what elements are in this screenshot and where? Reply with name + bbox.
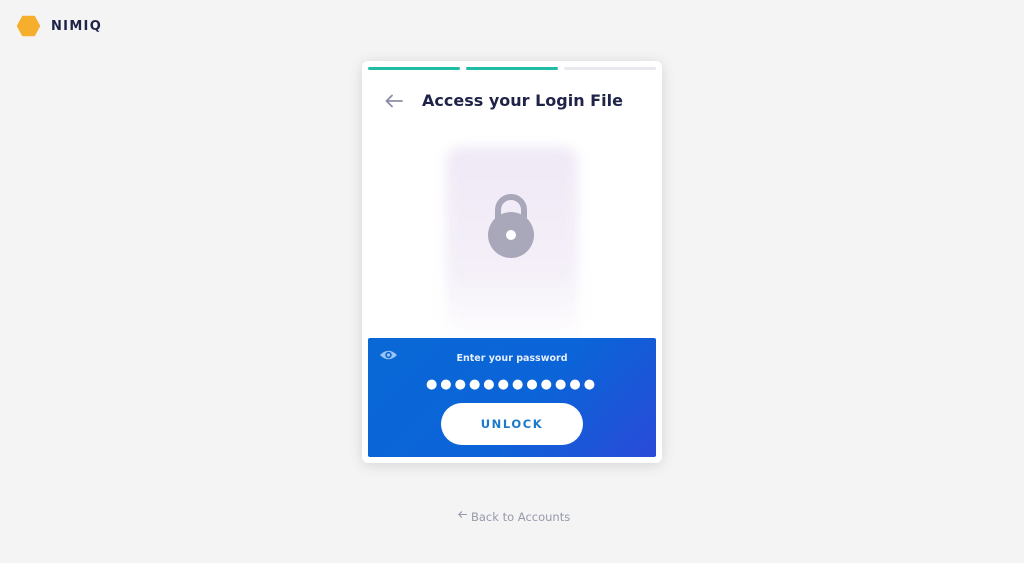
progress-step-2 [466, 67, 558, 70]
progress-step-3 [564, 67, 656, 70]
password-panel: Enter your password UNLOCK [368, 338, 656, 457]
brand-logo[interactable]: NIMIQ [17, 15, 102, 37]
page-title: Access your Login File [422, 91, 623, 110]
password-label: Enter your password [456, 353, 568, 364]
back-to-accounts-link[interactable]: Back to Accounts [458, 510, 570, 524]
back-link-label: Back to Accounts [471, 510, 571, 524]
lock-icon [488, 194, 534, 258]
password-input[interactable] [408, 376, 616, 392]
progress-indicator [368, 67, 656, 70]
unlock-button[interactable]: UNLOCK [441, 403, 583, 445]
login-file-card: Access your Login File Enter your passwo… [362, 61, 662, 463]
arrow-left-icon[interactable] [384, 93, 404, 109]
brand-name: NIMIQ [51, 18, 103, 34]
card-header: Access your Login File [362, 87, 662, 117]
progress-step-1 [368, 67, 460, 70]
arrow-left-icon [458, 511, 467, 518]
hexagon-logo-icon [17, 15, 40, 37]
